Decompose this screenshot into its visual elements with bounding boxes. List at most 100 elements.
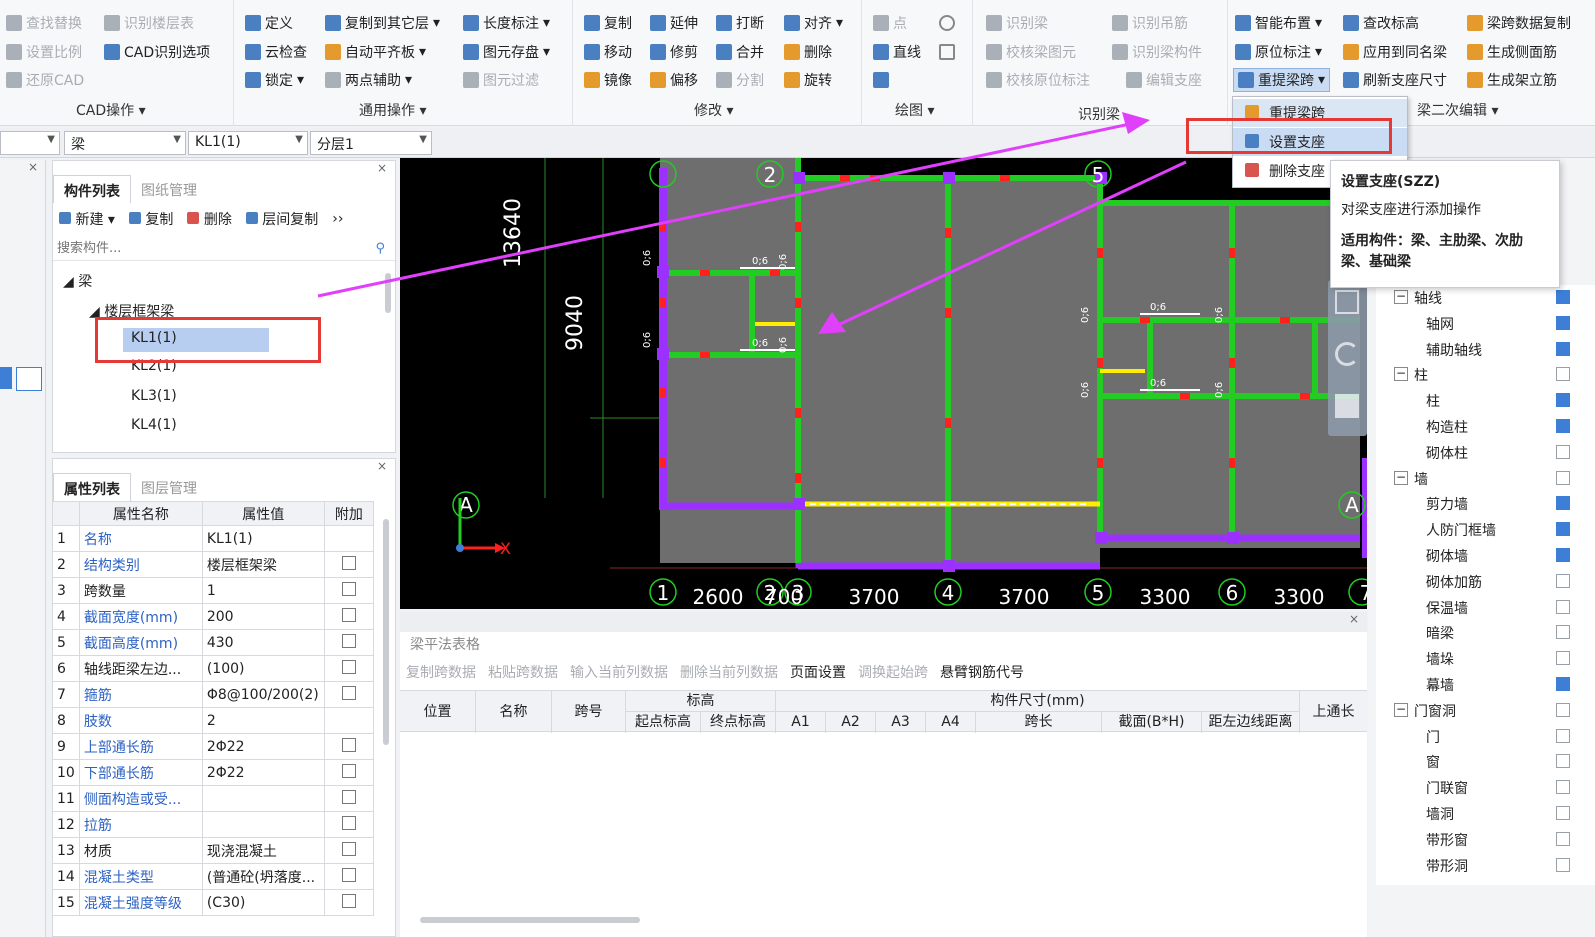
property-row[interactable]: 13 材质 现浇混凝土	[52, 837, 375, 864]
layer-item[interactable]: 带形洞	[1376, 853, 1595, 879]
layer-visibility-checkbox[interactable]	[1556, 599, 1570, 614]
re-extract-span-button[interactable]: 重提梁跨 ▾	[1233, 68, 1331, 92]
gen-side-bar-button[interactable]: 生成侧面筋	[1467, 40, 1557, 64]
collapse-icon[interactable]: −	[1394, 290, 1408, 304]
property-row[interactable]: 15 混凝土强度等级 (C30)	[52, 889, 375, 916]
lock-button[interactable]: 锁定 ▾	[245, 68, 304, 92]
property-row[interactable]: 12 拉筋	[52, 811, 375, 838]
two-point-assist-button[interactable]: 两点辅助 ▾	[325, 68, 412, 92]
auto-align-slab-button[interactable]: 自动平齐板 ▾	[325, 40, 426, 64]
cad-options-button[interactable]: CAD识别选项	[104, 40, 210, 64]
layer-visibility-checkbox[interactable]	[1556, 754, 1570, 769]
grid-view-icon[interactable]	[1335, 394, 1359, 418]
layer-item[interactable]: 构造柱	[1376, 414, 1595, 440]
layer-item[interactable]: 带形窗	[1376, 827, 1595, 853]
prop-extra-checkbox[interactable]	[323, 889, 375, 916]
prop-extra-checkbox[interactable]	[323, 759, 375, 786]
strip-button-2[interactable]	[16, 367, 42, 391]
cad-drawing[interactable]: 13640 9040 0;6 0;6 0;6 0;6 0;6 0;6 0;6 0…	[400, 158, 1367, 609]
prop-value[interactable]: Φ8@100/200(2)	[201, 681, 325, 708]
element-filter-button[interactable]: 图元过滤	[463, 68, 539, 92]
prop-close-icon[interactable]: ×	[377, 459, 387, 473]
set-scale-button[interactable]: 设置比例	[6, 40, 82, 64]
prop-extra-checkbox[interactable]	[323, 837, 375, 864]
layer-visibility-checkbox[interactable]	[1556, 548, 1570, 562]
layer-visibility-checkbox[interactable]	[1556, 290, 1570, 304]
copy-to-layer-button[interactable]: 复制到其它层 ▾	[325, 11, 440, 35]
swap-span-button[interactable]: 调换起始跨	[858, 662, 928, 686]
layer-group[interactable]: − 轴线	[1376, 285, 1595, 311]
tree-item-kl3[interactable]: KL3(1)	[131, 388, 177, 404]
check-annotation-button[interactable]: 校核原位标注	[986, 68, 1090, 92]
layer-item[interactable]: 幕墙	[1376, 672, 1595, 698]
find-replace-button[interactable]: 查找替换	[6, 11, 82, 35]
filter-combo[interactable]: ▼	[0, 131, 60, 155]
arc-tool[interactable]	[873, 68, 889, 92]
tab-property-list[interactable]: 属性列表	[53, 473, 131, 501]
span-data-copy-button[interactable]: 梁跨数据复制	[1467, 11, 1571, 35]
prop-value[interactable]: (普通砼(坍落度...	[201, 863, 325, 890]
identify-hanger-button[interactable]: 识别吊筋	[1112, 11, 1188, 35]
tree-item-kl4[interactable]: KL4(1)	[131, 417, 177, 433]
prop-value[interactable]: (C30)	[201, 889, 325, 916]
tab-drawing-management[interactable]: 图纸管理	[131, 175, 207, 203]
layer-visibility-checkbox[interactable]	[1556, 651, 1570, 666]
group-label-beam-secondary[interactable]: 梁二次编辑 ▾	[1417, 100, 1498, 120]
layer-visibility-checkbox[interactable]	[1556, 315, 1570, 330]
delete-column-button[interactable]: 删除当前列数据	[680, 662, 778, 686]
beam-table-close-icon[interactable]: ×	[1349, 612, 1359, 626]
layer-visibility-checkbox[interactable]	[1556, 393, 1570, 408]
prop-scrollbar[interactable]	[383, 519, 389, 745]
paste-span-data-button[interactable]: 粘贴跨数据	[488, 662, 558, 686]
property-row[interactable]: 10 下部通长筋 2Φ22	[52, 759, 375, 786]
layer-visibility-checkbox[interactable]	[1556, 831, 1570, 846]
point-button[interactable]: 点	[873, 11, 907, 35]
strip-close-icon[interactable]: ×	[28, 160, 38, 174]
prop-value[interactable]: (100)	[201, 655, 325, 682]
define-button[interactable]: 定义	[245, 11, 293, 35]
change-elevation-button[interactable]: 查改标高	[1343, 11, 1419, 35]
layer-visibility-checkbox[interactable]	[1556, 780, 1570, 795]
prop-extra-checkbox[interactable]	[323, 655, 375, 682]
merge-button[interactable]: 合并	[716, 40, 764, 64]
property-row[interactable]: 14 混凝土类型 (普通砼(坍落度...	[52, 863, 375, 890]
group-label-draw[interactable]: 绘图 ▾	[895, 100, 934, 120]
layer-combo[interactable]: 分层1 ▼	[310, 131, 432, 155]
property-row[interactable]: 2 结构类别 楼层框架梁	[52, 551, 375, 578]
refresh-support-size-button[interactable]: 刷新支座尺寸	[1343, 68, 1447, 92]
layer-visibility-checkbox[interactable]	[1556, 573, 1570, 588]
layer-visibility-checkbox[interactable]	[1556, 857, 1570, 872]
tab-component-list[interactable]: 构件列表	[53, 175, 131, 203]
break-button[interactable]: 打断	[716, 11, 764, 35]
prop-value[interactable]: 2	[201, 707, 325, 734]
property-row[interactable]: 3 跨数量 1	[52, 577, 375, 604]
cloud-check-button[interactable]: 云检查	[245, 40, 307, 64]
component-combo[interactable]: KL1(1) ▼	[188, 131, 308, 155]
copy-button[interactable]: 复制	[584, 11, 632, 35]
prop-extra-checkbox[interactable]	[323, 811, 375, 838]
apply-same-name-button[interactable]: 应用到同名梁	[1343, 40, 1447, 64]
prop-value[interactable]: 现浇混凝土	[201, 837, 325, 864]
beam-table-hscrollbar[interactable]	[420, 917, 640, 923]
in-situ-annotation-button[interactable]: 原位标注 ▾	[1235, 40, 1322, 64]
move-button[interactable]: 移动	[584, 40, 632, 64]
layer-visibility-checkbox[interactable]	[1556, 702, 1570, 717]
property-row[interactable]: 11 侧面构造或受...	[52, 785, 375, 812]
cad-viewport[interactable]: 13640 9040 0;6 0;6 0;6 0;6 0;6 0;6 0;6 0…	[400, 158, 1367, 609]
component-search-input[interactable]	[53, 237, 395, 261]
prop-value[interactable]: 430	[201, 629, 325, 656]
prop-extra-checkbox[interactable]	[323, 707, 375, 734]
extend-button[interactable]: 延伸	[650, 11, 698, 35]
tree-scrollbar[interactable]	[385, 273, 391, 313]
layer-item[interactable]: 轴网	[1376, 311, 1595, 337]
layer-group[interactable]: − 柱	[1376, 362, 1595, 388]
search-icon[interactable]: ⚲	[375, 241, 385, 256]
split-button[interactable]: 分割	[716, 68, 764, 92]
edit-support-button[interactable]: 编辑支座	[1126, 68, 1202, 92]
layer-visibility-checkbox[interactable]	[1556, 444, 1570, 459]
mirror-button[interactable]: 镜像	[584, 68, 632, 92]
layer-item[interactable]: 人防门框墙	[1376, 517, 1595, 543]
prop-value[interactable]: 2Φ22	[201, 759, 325, 786]
identify-beam-button[interactable]: 识别梁	[986, 11, 1048, 35]
input-column-button[interactable]: 输入当前列数据	[570, 662, 668, 686]
